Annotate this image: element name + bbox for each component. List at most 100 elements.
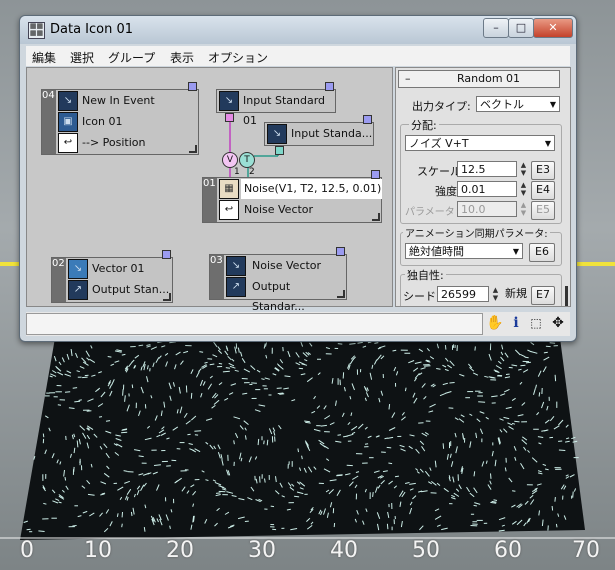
input-port[interactable]: [275, 146, 284, 155]
spinner-arrows-icon[interactable]: ▲ ▼: [519, 201, 528, 217]
node-new-in-event[interactable]: 04 ↘ New In Event ▣ Icon 01 ↩ --> Positi…: [41, 82, 199, 155]
input-port[interactable]: [225, 113, 234, 122]
param3-input[interactable]: 10.0: [457, 201, 517, 217]
e6-button[interactable]: E6: [529, 243, 555, 262]
particle-streak: [424, 365, 431, 367]
anim-sync-group: アニメーション同期パラメータ: 絶対値時間 ▼ E6: [400, 225, 562, 266]
particle-streak: [304, 420, 310, 423]
particle-streak: [105, 420, 111, 422]
close-button[interactable]: ✕: [533, 18, 573, 38]
title-bar[interactable]: ▦▦ ▦▦ Data Icon 01 – □ ✕: [20, 16, 576, 44]
particle-streak: [215, 492, 221, 494]
e3-button[interactable]: E3: [531, 161, 555, 180]
particle-streak: [367, 341, 372, 344]
particle-streak: [298, 367, 304, 370]
particle-streak: [525, 361, 531, 364]
node-canvas[interactable]: 04 ↘ New In Event ▣ Icon 01 ↩ --> Positi…: [26, 67, 393, 313]
info-icon[interactable]: i: [508, 315, 524, 331]
node-id: 02: [52, 258, 66, 302]
collapse-sign: –: [405, 72, 411, 85]
menu-edit[interactable]: 編集: [32, 49, 56, 66]
particle-streak: [404, 387, 407, 392]
minimize-button[interactable]: –: [483, 18, 509, 38]
particle-streak: [558, 449, 566, 451]
seed-input[interactable]: 26599: [437, 286, 489, 302]
output-port[interactable]: [371, 170, 380, 179]
spinner-arrows-icon[interactable]: ▲ ▼: [519, 161, 528, 177]
node-title: Input Standard 01: [243, 94, 326, 127]
ruler-label-30: 30: [248, 538, 276, 563]
spinner-arrows-icon[interactable]: ▲ ▼: [491, 286, 500, 302]
menu-select[interactable]: 選択: [70, 49, 94, 66]
particle-streak: [512, 490, 516, 492]
particle-streak: [131, 384, 134, 389]
strength-input[interactable]: 0.01: [457, 181, 517, 197]
e7-button[interactable]: E7: [531, 286, 555, 305]
node-noise-vector[interactable]: 03 ↘ Noise Vector ↗ Output Standar...: [209, 247, 347, 313]
rollout-header[interactable]: – Random 01: [398, 70, 560, 88]
particle-streak: [169, 525, 171, 530]
particle-streak: [549, 342, 556, 344]
e5-button[interactable]: E5: [531, 201, 555, 220]
resize-corner-icon: [372, 213, 380, 221]
ruler-label-60: 60: [494, 538, 522, 563]
particle-streak: [64, 477, 67, 481]
e4-button[interactable]: E4: [531, 181, 555, 200]
particle-plane: [0, 338, 615, 540]
scale-input[interactable]: 12.5: [457, 161, 517, 177]
node-noise[interactable]: 01 ▦ Noise(V1, T2, 12.5, 0.01) ↩ Noise V…: [202, 170, 382, 223]
distribution-dropdown[interactable]: ノイズ V+T ▼: [405, 135, 555, 151]
group-title: 分配:: [409, 117, 439, 133]
particle-streak: [508, 366, 513, 369]
particle-streak: [143, 527, 146, 532]
output-port[interactable]: [162, 250, 171, 259]
particle-streak: [122, 389, 124, 396]
particle-streak: [493, 499, 498, 501]
particle-streak: [554, 374, 557, 382]
new-seed-button[interactable]: 新規: [503, 286, 529, 303]
maximize-button[interactable]: □: [508, 18, 534, 38]
particle-streak: [257, 438, 260, 446]
node-id: 01: [203, 178, 217, 222]
output-port[interactable]: [363, 115, 372, 124]
output-port[interactable]: [188, 82, 197, 91]
particle-streak: [436, 368, 441, 370]
hand-pan-icon[interactable]: ✋: [486, 315, 503, 331]
anim-sync-dropdown[interactable]: 絶対値時間 ▼: [405, 243, 523, 259]
particle-streak: [555, 523, 558, 528]
input-icon: ↘: [219, 91, 239, 111]
output-type-dropdown[interactable]: ベクトル ▼: [476, 96, 560, 112]
seed-label: シード:: [403, 290, 440, 303]
parameter-panel: – Random 01 出力タイプ: ベクトル ▼ 分配: ノイズ V+T ▼ …: [395, 67, 571, 307]
window-title: Data Icon 01: [50, 22, 134, 37]
menu-group[interactable]: グループ: [108, 49, 155, 66]
node-row: Output Standar...: [252, 280, 305, 313]
node-title: New In Event: [82, 94, 155, 107]
region-select-icon[interactable]: ⬚: [528, 315, 544, 331]
distribution-group: 分配: ノイズ V+T ▼ スケール: 12.5 ▲ ▼ E3 強度: 0.01 …: [400, 117, 562, 224]
move-arrows-icon[interactable]: ✥: [550, 315, 566, 331]
node-title: Noise Vector: [252, 259, 322, 272]
panel-scrollbar[interactable]: [565, 286, 568, 306]
particle-streak: [38, 530, 45, 532]
status-field: [26, 313, 483, 335]
menu-bar: 編集 選択 グループ 表示 オプション: [26, 46, 570, 66]
event-icon: ↘: [58, 91, 78, 111]
particle-streak: [297, 448, 299, 453]
particle-streak: [474, 346, 476, 351]
node-vector[interactable]: 02 ↘ Vector 01 ↗ Output Stan...: [51, 250, 173, 303]
spinner-arrows-icon[interactable]: ▲ ▼: [519, 181, 528, 197]
output-port[interactable]: [336, 247, 345, 256]
particle-streak: [294, 495, 300, 498]
node-input-standard-2[interactable]: ↘ Input Standa...: [264, 115, 374, 155]
data-grid-icon: ▦▦ ▦▦: [28, 22, 45, 39]
input-icon: ↘: [226, 256, 246, 276]
particle-streak: [26, 528, 31, 531]
output-port[interactable]: [325, 82, 334, 91]
particle-streak: [78, 399, 82, 401]
output-type-value: ベクトル: [480, 98, 524, 111]
menu-view[interactable]: 表示: [170, 49, 194, 66]
particle-streak: [541, 519, 544, 527]
menu-options[interactable]: オプション: [208, 49, 268, 66]
node-input-standard-1[interactable]: ↘ Input Standard 01: [216, 82, 336, 127]
